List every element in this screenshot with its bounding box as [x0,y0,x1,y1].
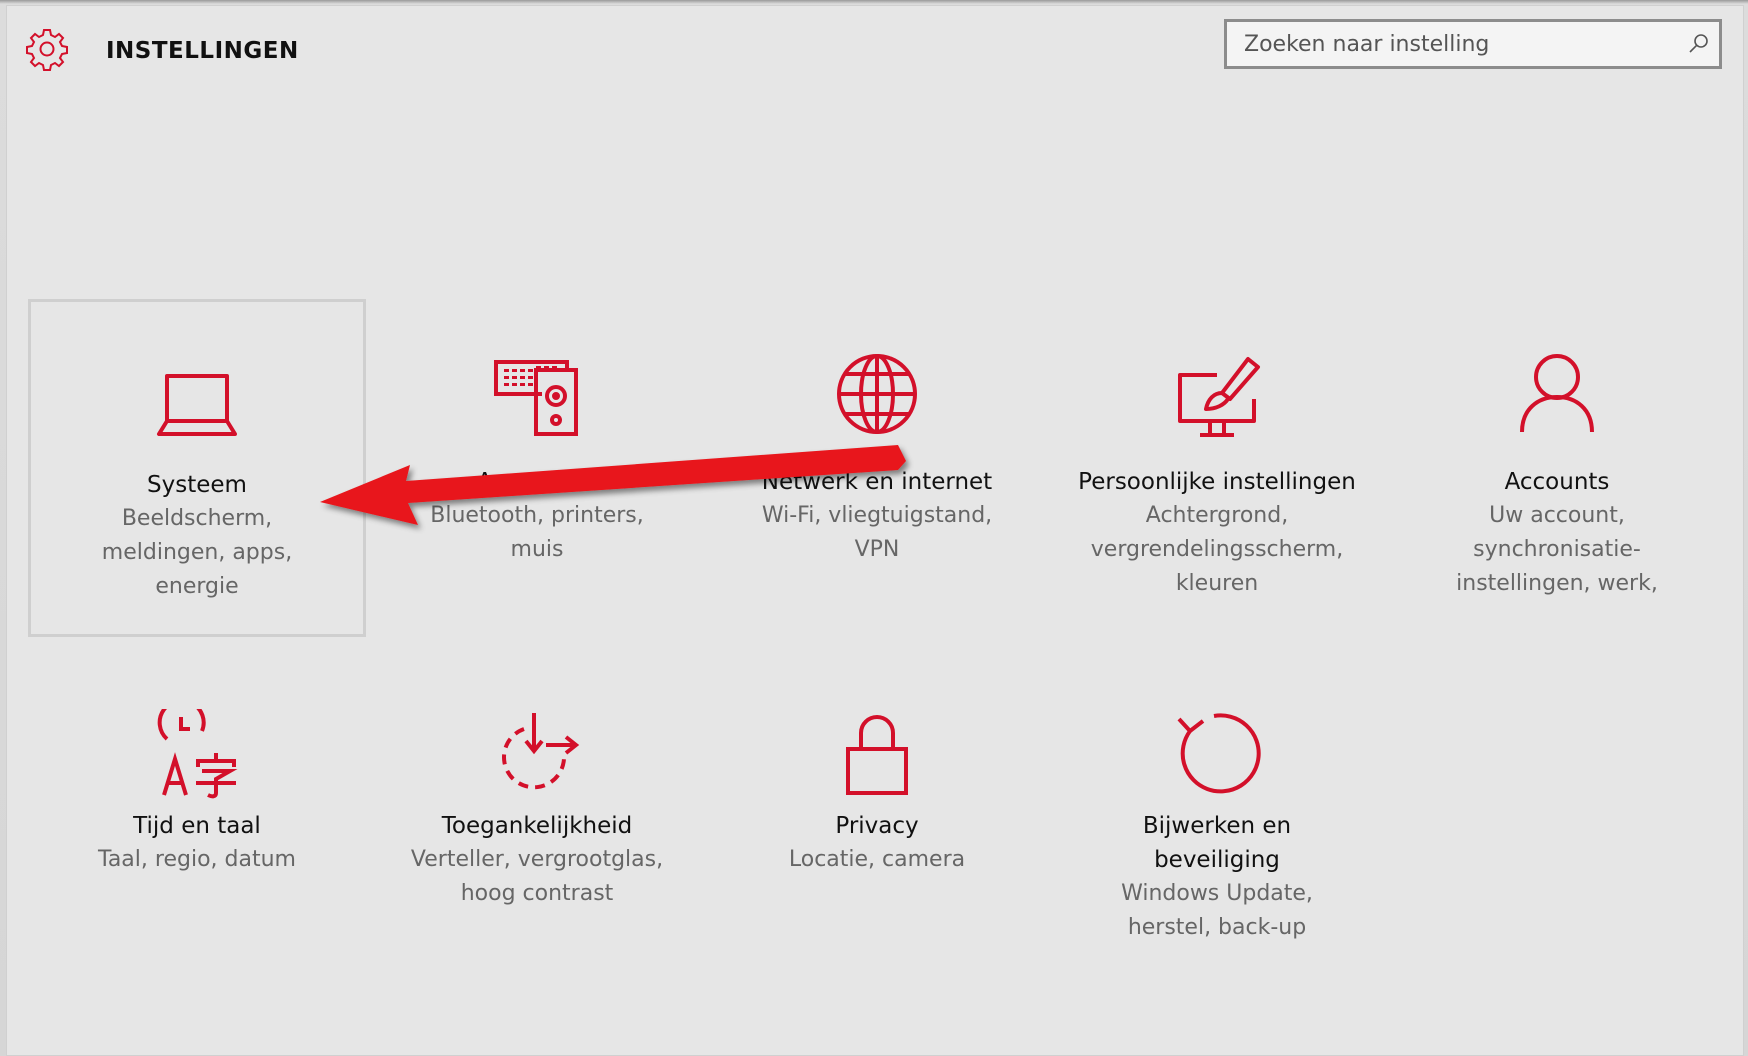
tile-persoonlijke-instellingen[interactable]: Persoonlijke instellingen Achtergrond, v… [1048,299,1386,637]
tile-title: Apparaten [476,469,598,495]
tile-description: Windows Update, herstel, back-up [1121,881,1313,940]
tile-privacy[interactable]: Privacy Locatie, camera [708,639,1046,977]
accessibility-icon [502,713,580,790]
tile-netwerk[interactable]: Netwerk en internet Wi-Fi, vliegtuigstan… [708,299,1046,637]
search-icon[interactable] [1687,32,1711,56]
gear-icon [26,29,68,71]
tile-title: Privacy [835,813,919,839]
tile-accounts[interactable]: Accounts Uw account, synchronisatie- ins… [1388,299,1726,637]
tile-description: Wi-Fi, vliegtuigstand, VPN [761,503,993,562]
tile-title: Tijd en taal [133,813,261,839]
settings-window: INSTELLINGEN Systeem Beeldscherm, meldin… [6,5,1744,1056]
person-icon [1520,354,1594,433]
tile-description: Locatie, camera [788,847,966,872]
tile-title: Accounts [1504,469,1610,495]
tile-description: Bluetooth, printers, muis [430,503,644,562]
tile-title: Netwerk en internet [761,469,993,495]
personalization-icon [1178,357,1260,437]
tile-title: Toegankelijkheid [441,813,633,839]
globe-icon [837,354,917,434]
tile-description: Uw account, synchronisatie- instellingen… [1456,503,1658,596]
update-icon [1177,713,1261,794]
tile-description: Achtergrond, vergrendelingsscherm, kleur… [1090,503,1344,596]
search-box[interactable] [1224,19,1722,69]
tile-systeem[interactable]: Systeem Beeldscherm, meldingen, apps, en… [28,299,366,637]
tile-bijwerken-en-beveiliging[interactable]: Bijwerken en beveiliging Windows Update,… [1048,639,1386,977]
search-input[interactable] [1227,22,1667,66]
tile-title: Systeem [147,472,247,498]
tile-description: Taal, regio, datum [98,847,296,872]
tile-tijd-en-taal[interactable]: Tijd en taal Taal, regio, datum [28,639,366,977]
tile-toegankelijkheid[interactable]: Toegankelijkheid Verteller, vergrootglas… [368,639,706,977]
tile-title: Bijwerken en beveiliging [1142,813,1292,873]
header: INSTELLINGEN [6,5,1744,85]
tile-description: Beeldscherm, meldingen, apps, energie [101,506,293,599]
tile-title: Persoonlijke instellingen [1078,469,1356,495]
time-language-icon [157,709,238,799]
devices-icon [494,360,578,436]
tile-apparaten[interactable]: Apparaten Bluetooth, printers, muis [368,299,706,637]
page-title: INSTELLINGEN [106,38,299,64]
laptop-icon [157,374,237,436]
lock-icon [846,715,908,795]
tile-description: Verteller, vergrootglas, hoog contrast [410,847,664,906]
